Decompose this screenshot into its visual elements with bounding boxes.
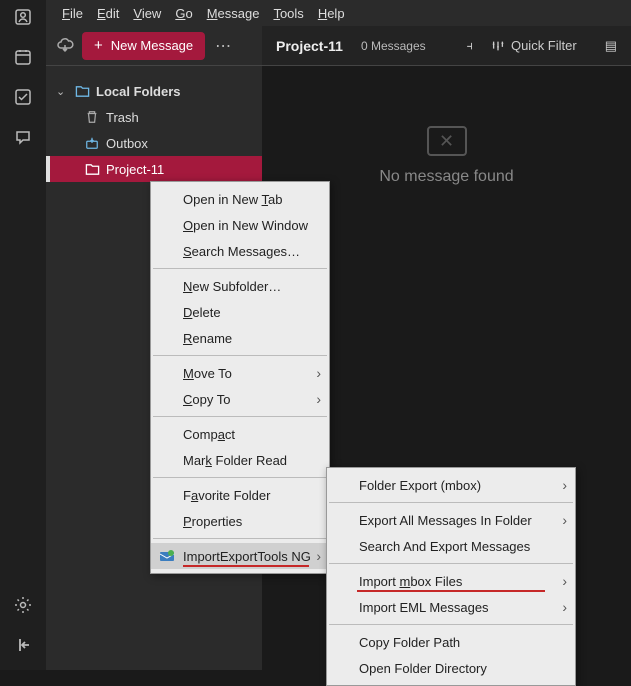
ctx-move-to[interactable]: Move To› <box>151 360 329 386</box>
ctx-new-subfolder[interactable]: New Subfolder… <box>151 273 329 299</box>
message-count: 0 Messages <box>361 39 426 53</box>
folder-icon <box>74 83 90 99</box>
chevron-right-icon: › <box>562 477 567 493</box>
left-rail <box>0 0 46 670</box>
ctx-copy-to[interactable]: Copy To› <box>151 386 329 412</box>
more-button[interactable]: ⋯ <box>211 33 237 59</box>
tree-project-11[interactable]: Project-11 <box>46 156 262 182</box>
addon-icon <box>159 548 175 564</box>
new-message-button[interactable]: + New Message <box>82 32 205 60</box>
ctx-search-messages[interactable]: Search Messages… <box>151 238 329 264</box>
quick-filter-label: Quick Filter <box>511 38 577 53</box>
sub-import-eml[interactable]: Import EML Messages› <box>327 594 575 620</box>
collapse-icon[interactable] <box>12 634 34 656</box>
tree-label: Local Folders <box>96 84 181 99</box>
get-messages-icon[interactable] <box>54 35 76 57</box>
ctx-rename[interactable]: Rename <box>151 325 329 351</box>
chevron-right-icon: › <box>562 599 567 615</box>
filter-toggle-icon[interactable]: ⫞ <box>466 38 473 54</box>
ctx-compact[interactable]: Compact <box>151 421 329 447</box>
tree-trash[interactable]: Trash <box>46 104 262 130</box>
chevron-right-icon: › <box>316 365 321 381</box>
chevron-right-icon: › <box>562 512 567 528</box>
tree-label: Project-11 <box>106 162 164 177</box>
folder-title: Project-11 <box>276 38 343 54</box>
ctx-label: ImportExportTools NG <box>183 549 311 564</box>
menu-message[interactable]: Message <box>201 4 266 23</box>
plus-icon: + <box>94 37 103 54</box>
sub-open-dir[interactable]: Open Folder Directory <box>327 655 575 681</box>
chat-icon[interactable] <box>12 126 34 148</box>
message-list-header: Project-11 0 Messages ⫞ Quick Filter ▤ <box>262 26 631 66</box>
chevron-right-icon: › <box>316 391 321 407</box>
quick-filter-button[interactable]: Quick Filter <box>491 38 577 53</box>
ctx-delete[interactable]: Delete <box>151 299 329 325</box>
empty-envelope-icon: ✕ <box>427 126 467 156</box>
sub-copy-path[interactable]: Copy Folder Path <box>327 629 575 655</box>
sub-import-mbox[interactable]: Import mbox Files› <box>327 568 575 594</box>
sub-export-all[interactable]: Export All Messages In Folder› <box>327 507 575 533</box>
menu-edit[interactable]: Edit <box>91 4 125 23</box>
tree-local-folders[interactable]: ⌄ Local Folders <box>46 78 262 104</box>
folder-icon <box>84 161 100 177</box>
address-book-icon[interactable] <box>12 6 34 28</box>
chevron-down-icon: ⌄ <box>56 85 68 98</box>
ctx-properties[interactable]: Properties <box>151 508 329 534</box>
ctx-mark-read[interactable]: Mark Folder Read <box>151 447 329 473</box>
filter-icon <box>491 39 505 53</box>
ctx-importexporttools[interactable]: ImportExportTools NG › <box>151 543 329 569</box>
menu-file[interactable]: File <box>56 4 89 23</box>
tasks-icon[interactable] <box>12 86 34 108</box>
ctx-open-new-window[interactable]: Open in New Window <box>151 212 329 238</box>
menu-view[interactable]: View <box>127 4 167 23</box>
calendar-icon[interactable] <box>12 46 34 68</box>
menu-tools[interactable]: Tools <box>267 4 309 23</box>
folder-context-menu: Open in New Tab Open in New Window Searc… <box>150 181 330 574</box>
tree-label: Outbox <box>106 136 148 151</box>
chevron-right-icon: › <box>316 548 321 564</box>
tree-label: Trash <box>106 110 139 125</box>
menu-help[interactable]: Help <box>312 4 351 23</box>
folder-toolbar: + New Message ⋯ <box>46 26 262 66</box>
import-export-submenu: Folder Export (mbox)› Export All Message… <box>326 467 576 686</box>
menu-go[interactable]: Go <box>169 4 198 23</box>
trash-icon <box>84 109 100 125</box>
chevron-right-icon: › <box>562 573 567 589</box>
ctx-favorite[interactable]: Favorite Folder <box>151 482 329 508</box>
display-options-icon[interactable]: ▤ <box>605 38 617 54</box>
outbox-icon <box>84 135 100 151</box>
sub-folder-export[interactable]: Folder Export (mbox)› <box>327 472 575 498</box>
ctx-open-new-tab[interactable]: Open in New Tab <box>151 186 329 212</box>
sub-search-export[interactable]: Search And Export Messages <box>327 533 575 559</box>
settings-icon[interactable] <box>12 594 34 616</box>
tree-outbox[interactable]: Outbox <box>46 130 262 156</box>
menubar: File Edit View Go Message Tools Help <box>46 0 631 26</box>
new-message-label: New Message <box>111 38 193 53</box>
empty-message: No message found <box>379 168 513 186</box>
